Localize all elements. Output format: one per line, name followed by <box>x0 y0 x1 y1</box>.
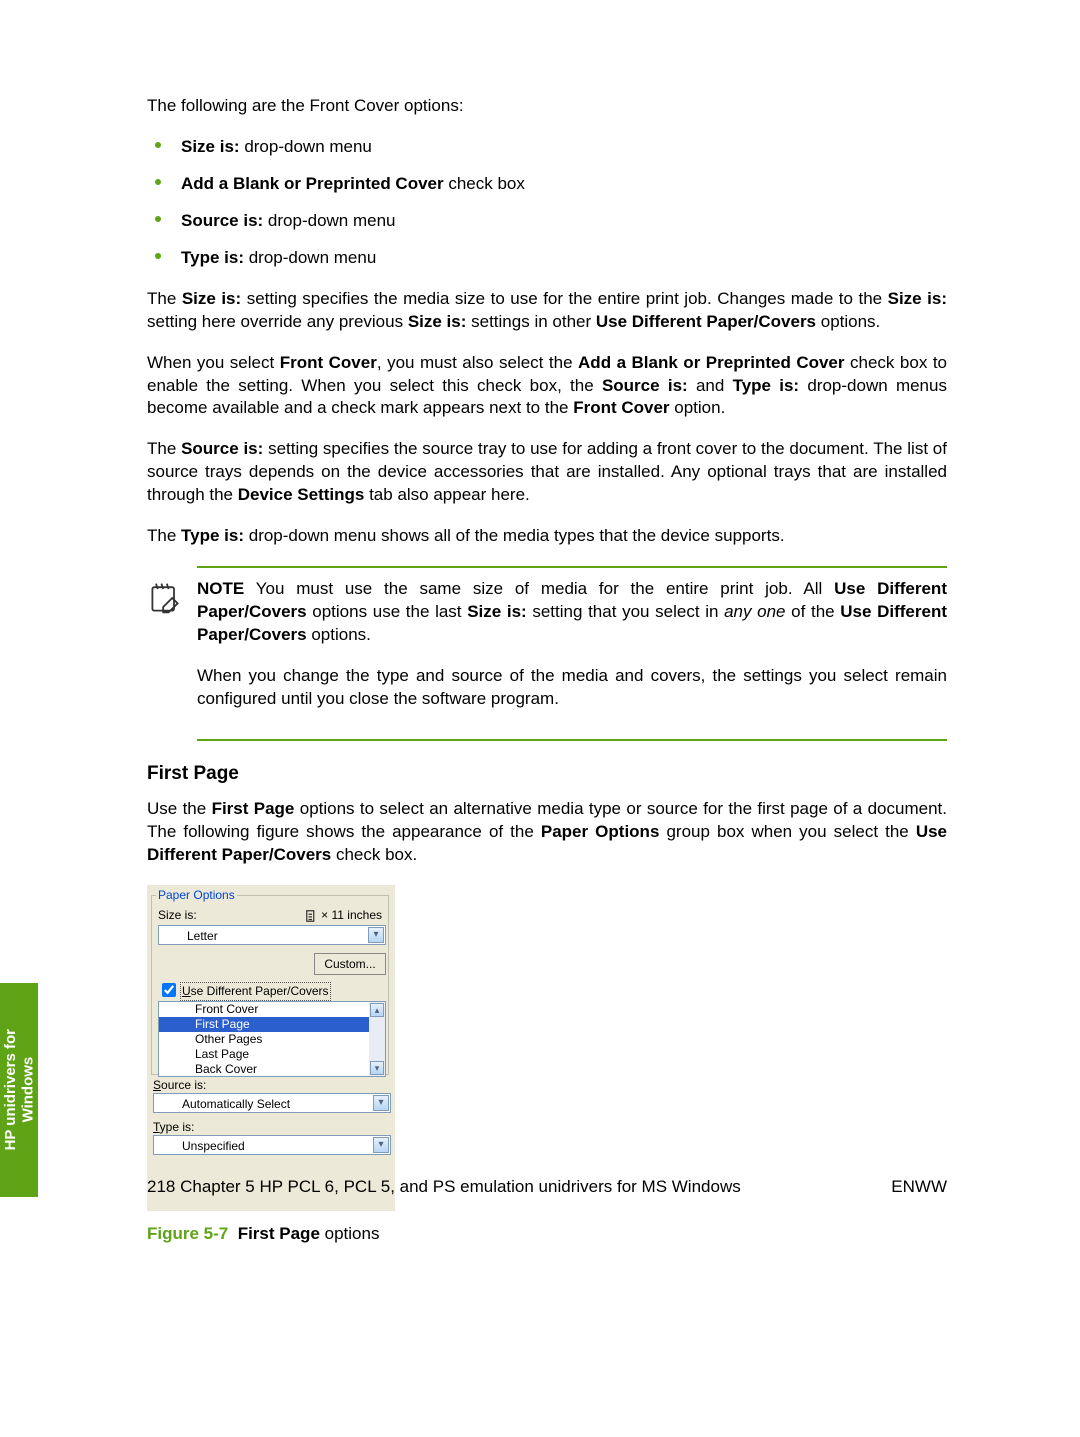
source-is-value: Automatically Select <box>182 1097 290 1111</box>
note-icon <box>147 578 197 729</box>
size-is-label: Size is: <box>158 907 197 923</box>
para-source-is: The Source is: setting specifies the sou… <box>147 438 947 507</box>
list-item: Type is: drop-down menu <box>147 247 947 270</box>
size-dimensions: × 11 inches <box>305 907 382 923</box>
paper-options-figure: Paper Options Size is: × 11 inches Lette… <box>147 885 395 1211</box>
page-footer: 218 Chapter 5 HP PCL 6, PCL 5, and PS em… <box>147 1177 947 1197</box>
list-item-front-cover[interactable]: Front Cover <box>159 1002 385 1017</box>
covers-list[interactable]: Front Cover First Page Other Pages Last … <box>158 1001 386 1077</box>
first-page-heading: First Page <box>147 761 947 787</box>
group-legend: Paper Options <box>156 887 237 903</box>
chevron-down-icon[interactable]: ▾ <box>373 1137 389 1153</box>
list-item-back-cover[interactable]: Back Cover <box>159 1062 385 1077</box>
chevron-down-icon[interactable]: ▾ <box>373 1095 389 1111</box>
para-size-is: The Size is: setting specifies the media… <box>147 288 947 334</box>
type-is-value: Unspecified <box>182 1139 245 1153</box>
list-item: Add a Blank or Preprinted Cover check bo… <box>147 173 947 196</box>
type-is-label: Type is: <box>153 1119 194 1135</box>
size-is-dropdown[interactable]: Letter ▾ <box>158 925 386 945</box>
note-para-1: NOTE You must use the same size of media… <box>197 578 947 647</box>
list-item-last-page[interactable]: Last Page <box>159 1047 385 1062</box>
footer-right: ENWW <box>891 1177 947 1197</box>
note-para-2: When you change the type and source of t… <box>197 665 947 711</box>
side-tab: HP unidrivers for Windows <box>0 983 38 1197</box>
para-front-cover: When you select Front Cover, you must al… <box>147 352 947 421</box>
size-is-value: Letter <box>187 929 218 943</box>
source-is-label: Source is: <box>153 1077 206 1093</box>
front-cover-options-list: Size is: drop-down menu Add a Blank or P… <box>147 136 947 270</box>
source-is-dropdown[interactable]: Automatically Select ▾ <box>153 1093 391 1113</box>
scroll-up-icon[interactable]: ▴ <box>370 1003 384 1017</box>
custom-button[interactable]: Custom... <box>314 953 386 975</box>
side-tab-label: HP unidrivers for Windows <box>2 1029 37 1150</box>
dimensions-icon <box>305 909 319 923</box>
intro-text: The following are the Front Cover option… <box>147 95 947 118</box>
list-item-other-pages[interactable]: Other Pages <box>159 1032 385 1047</box>
para-type-is: The Type is: drop-down menu shows all of… <box>147 525 947 548</box>
paper-options-group: Paper Options Size is: × 11 inches Lette… <box>151 887 389 1075</box>
type-is-dropdown[interactable]: Unspecified ▾ <box>153 1135 391 1155</box>
list-item: Size is: drop-down menu <box>147 136 947 159</box>
list-item: Source is: drop-down menu <box>147 210 947 233</box>
chevron-down-icon[interactable]: ▾ <box>368 927 384 943</box>
note-block: NOTE You must use the same size of media… <box>147 566 947 741</box>
scroll-down-icon[interactable]: ▾ <box>370 1061 384 1075</box>
list-item-first-page[interactable]: First Page <box>159 1017 385 1032</box>
use-different-paper-label: Use Different Paper/Covers <box>180 982 331 1000</box>
first-page-para: Use the First Page options to select an … <box>147 798 947 867</box>
use-different-paper-checkbox[interactable] <box>162 983 176 997</box>
figure-caption: Figure 5-7 First Page options <box>147 1223 947 1246</box>
